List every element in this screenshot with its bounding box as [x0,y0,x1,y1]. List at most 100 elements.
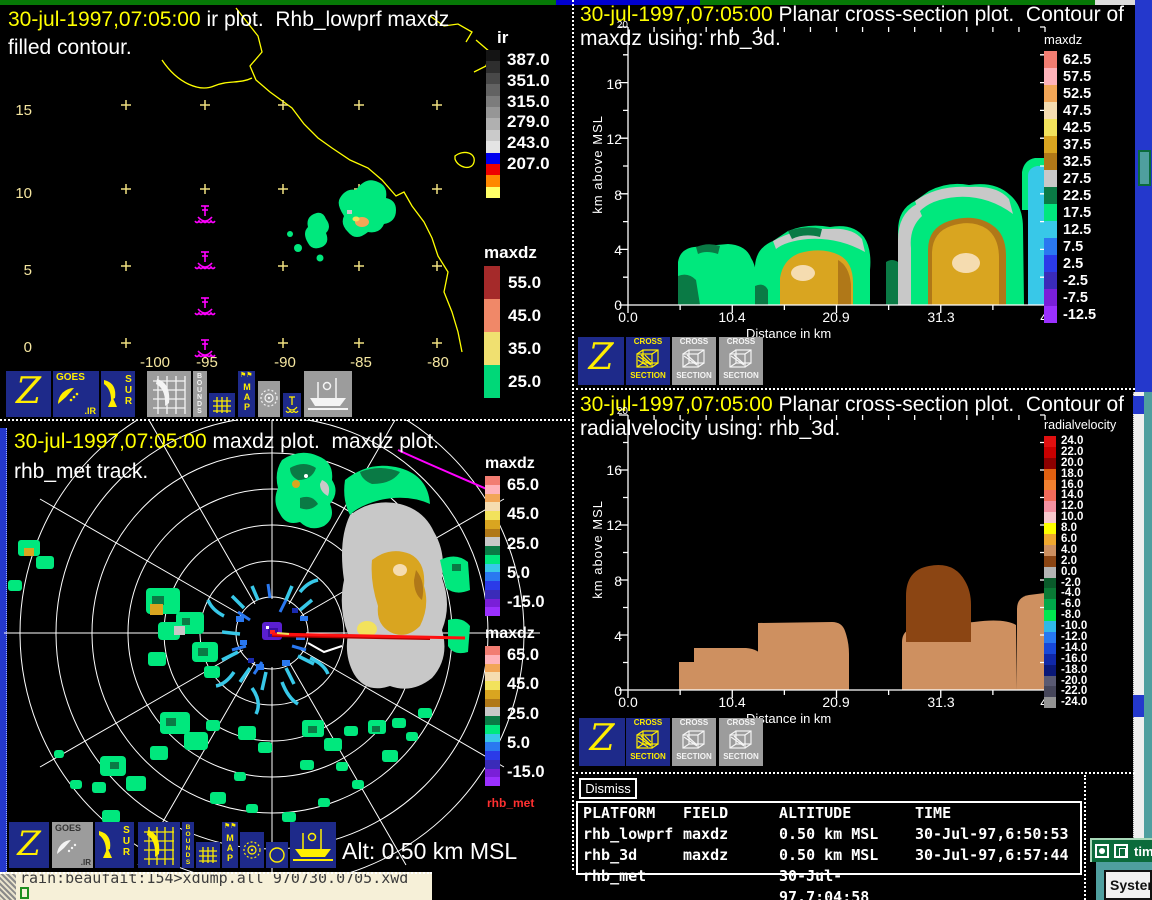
zebra-menu-button[interactable]: Z [578,337,624,385]
cross-label: CROSS [672,718,716,728]
cross-section-button[interactable]: CROSS SECTION [672,718,716,766]
bounds-button[interactable]: BOUNDS [193,371,207,417]
ppi-colorbar-segment [485,529,500,538]
cross-section-button-active[interactable]: CROSS SECTION [626,337,670,385]
ship-icon [292,825,334,865]
ppi-colorbar-1-bar [485,476,500,616]
ir-colorbar-tick: 387.0 [507,50,550,70]
xsec-radvel-colorbar-label: radialvelocity [1044,418,1136,432]
colorbar-row: 8.0 [1044,523,1136,534]
status-table-row: rhb_3d maxdz 0.50 km MSL 30-Jul-97,6:57:… [578,845,1080,866]
flag-icon: ⚑⚑ [240,371,253,379]
terminal-scrollbar[interactable] [0,874,16,900]
map-label: MAP [242,382,251,412]
ir-colorbar-tick: 351.0 [507,71,550,91]
colorbar-row: 42.5 [1044,119,1136,136]
colorbar-row: -7.5 [1044,289,1136,306]
ppi-colorbar-segment [485,572,500,581]
terminal-window[interactable]: rain:beaufait:154>xdump.all 970730.0705.… [0,872,432,900]
cross-section-button[interactable]: CROSS SECTION [672,337,716,385]
ppi-colorbar-tick: 25.0 [507,535,545,554]
cross-section-button-active[interactable]: CROSS SECTION [626,718,670,766]
ppi-colorbar-segment [485,502,500,511]
ship-button[interactable] [290,822,336,868]
target-rings-button[interactable] [240,832,264,868]
cross-section-button[interactable]: CROSS SECTION [719,718,763,766]
map-overlay-button[interactable]: ⚑⚑ MAP [238,371,255,417]
sur-label: SUR [123,374,133,407]
section-label: SECTION [626,371,670,381]
platform-cell: rhb_lowprf [583,824,683,845]
zebra-z-icon: Z [579,719,625,759]
status-table-row: rhb_lowprf maxdz 0.50 km MSL 30-Jul-97,6… [578,824,1080,845]
colorbar-row: -10.0 [1044,621,1136,632]
cross-section-button[interactable]: CROSS SECTION [719,337,763,385]
target-rings-button[interactable] [258,381,280,417]
ppi-panel: 30-jul-1997,07:05:00 maxdz plot. maxdz p… [0,420,572,872]
colorbar-row: -14.0 [1044,643,1136,654]
cube-icon [634,728,662,752]
goes-ir-label: .IR [84,406,96,416]
ppi-colorbar-segment [485,760,500,769]
ir-colorbar-segment [486,118,500,129]
grid-button[interactable] [209,393,235,417]
radar-dish-icon [97,828,115,862]
ir-colorbar-segment [486,153,500,164]
zebra-menu-button[interactable]: Z [9,822,49,868]
circle-button[interactable] [266,842,288,868]
buoy-icon [285,395,299,415]
zebra-menu-button[interactable]: Z [6,371,51,417]
window-menu-icon[interactable] [1095,844,1109,858]
colorbar-row: 0.0 [1044,567,1136,578]
map-x-tick: -85 [338,354,384,371]
section-label: SECTION [672,371,716,381]
colorbar-row: 16.0 [1044,480,1136,491]
x-tick-label: 0.0 [603,309,653,325]
surveillance-radar-button[interactable]: SUR [101,371,135,417]
ir-colorbar-segment [486,50,500,61]
status-header-cell: ALTITUDE [779,803,915,824]
xsec-radvel-x-ticks: 0.010.420.931.341 [576,385,1096,725]
surveillance-radar-button[interactable]: SUR [95,822,134,868]
colorbar-row: 7.5 [1044,238,1136,255]
ppi-colorbar-segment [485,690,500,699]
system-menu-label[interactable]: System [1110,877,1152,893]
map-maxdz-colorbar-label: maxdz [484,243,572,263]
ir-colorbar-segment [486,96,500,107]
altitude-cell: 30-Jul-97,7:04:58 [779,866,915,900]
ppi-colorbar-segment [485,769,500,778]
ir-colorbar-segment [486,130,500,141]
ppi-colorbar-tick: 5.0 [507,734,545,753]
map-overlay-button[interactable]: ⚑⚑ MAP [222,822,238,868]
radar-grid-button[interactable] [138,822,180,868]
ppi-colorbar-segment [485,655,500,664]
status-header-cell: TIME [915,803,1080,824]
buoy-button[interactable] [283,393,301,417]
ppi-colorbar-tick: -15.0 [507,763,545,782]
grid-button[interactable] [196,842,220,868]
background-window-fragment [1138,150,1151,186]
ship-button[interactable] [304,371,352,417]
bounds-label: BOUNDS [184,824,191,866]
ir-colorbar-tick: 207.0 [507,154,550,174]
x-tick-label: 0.0 [603,694,653,710]
bounds-button[interactable]: BOUNDS [182,822,194,868]
system-window: System [1096,862,1152,900]
x-tick-label: 20.9 [811,694,861,710]
ir-map-panel: 30-jul-1997,07:05:00 ir plot. Rhb_lowprf… [0,5,572,370]
xsec-maxdz-x-ticks: 0.010.420.931.341 [576,0,1096,340]
window-doc-icon[interactable] [1114,844,1128,858]
cube-icon [634,347,662,371]
status-table: PLATFORMFIELDALTITUDETIME rhb_lowprf max… [576,801,1082,875]
radar-grid-button[interactable] [147,371,191,417]
ppi-track-label: rhb_met [487,796,534,810]
goes-ir-button[interactable]: GOES .IR [52,822,93,868]
ppi-colorbar-segment [485,734,500,743]
zebra-menu-button[interactable]: Z [579,718,625,766]
dismiss-button[interactable]: Dismiss [579,778,637,799]
goes-ir-button[interactable]: GOES .IR [53,371,99,417]
tim-window-title: tim [1134,844,1152,859]
ppi-colorbar-segment [485,777,500,786]
colorbar-row: -2.0 [1044,578,1136,589]
ppi-colorbar-segment [485,646,500,655]
